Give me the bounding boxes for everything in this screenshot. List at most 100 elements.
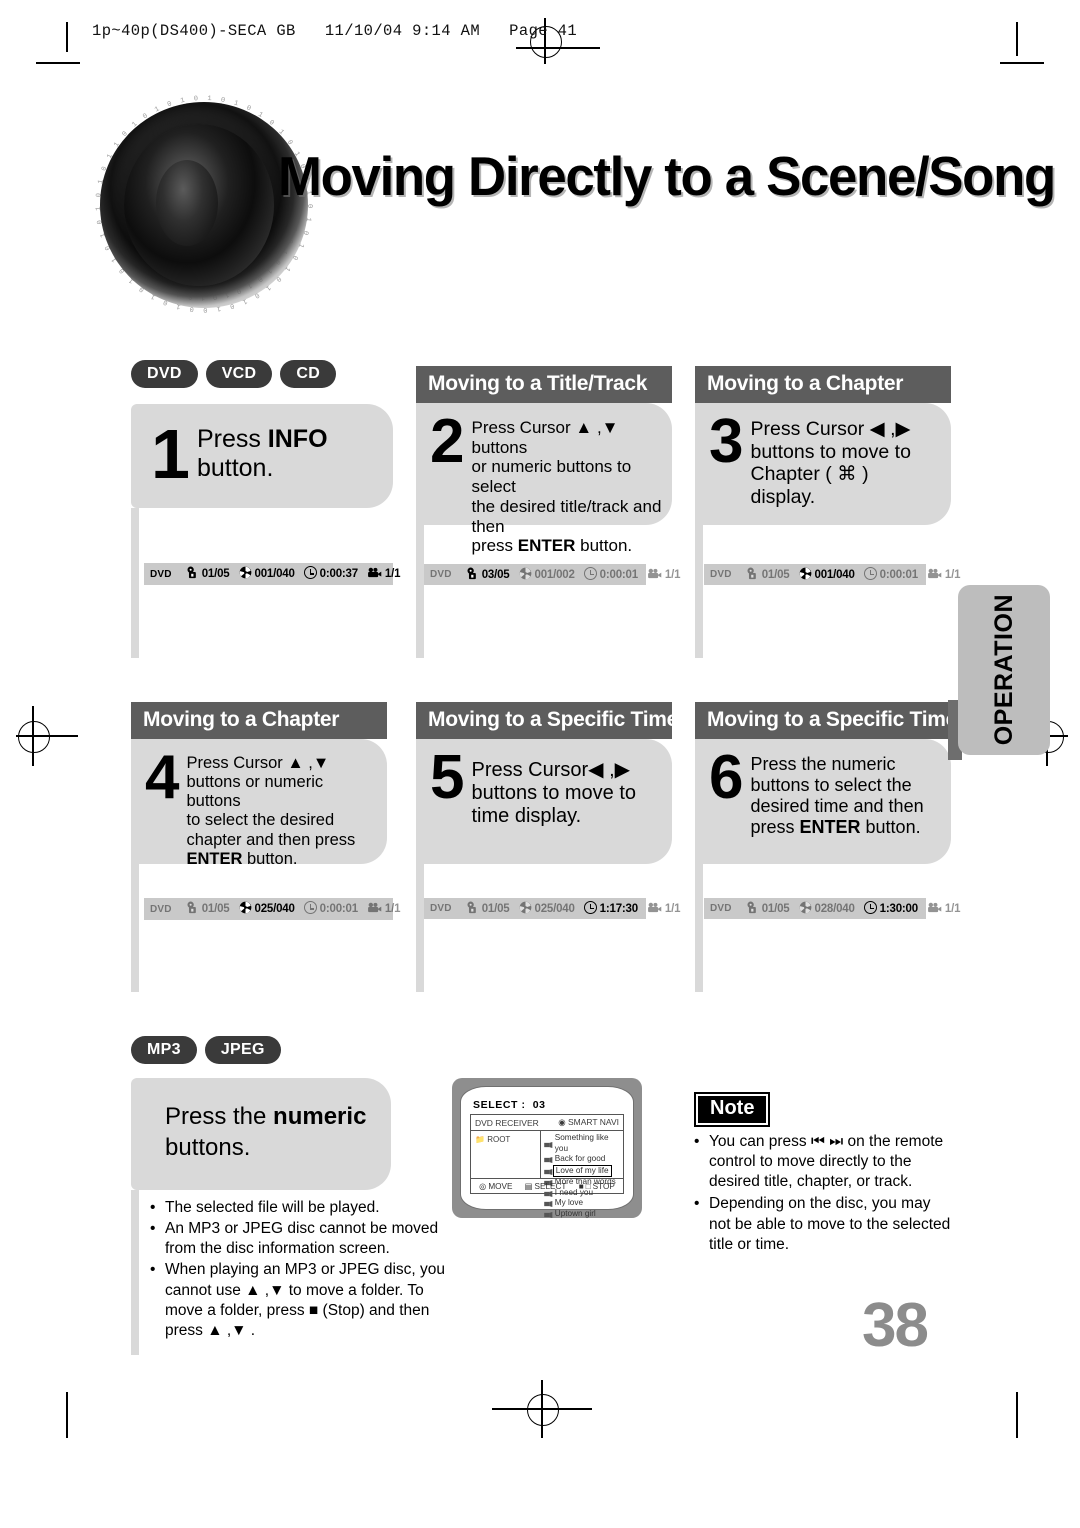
tv-root-label: ROOT — [487, 1135, 511, 1144]
tv-select-line: SELECT : 03 — [473, 1099, 624, 1111]
osd-value: 1/1 — [384, 903, 401, 915]
osd-value: 01/05 — [201, 568, 230, 580]
chapter-icon — [239, 566, 255, 582]
mp3-step-body: Press the numeric buttons. — [131, 1078, 391, 1190]
tv-folder-pane: 📁 ROOT — [471, 1131, 541, 1178]
page-title-block: 0101010101010010101010101010110101010101… — [92, 95, 1056, 313]
tv-footer-move-label: MOVE — [488, 1181, 513, 1191]
tv-osd-topbar: DVD RECEIVER ◉ SMART NAVI — [471, 1115, 623, 1131]
osd-segment-clock: 0:00:37 — [303, 566, 358, 582]
step-5-tail — [416, 862, 424, 992]
osd-value: 001/002 — [534, 568, 575, 581]
angle-icon — [927, 568, 945, 582]
step-1-number: 1 — [151, 414, 190, 493]
angle-icon — [927, 902, 945, 916]
note-bullet-items: You can press ⏮ ⏭ on the remote control … — [694, 1132, 956, 1255]
step-6-body: 6 Press the numeric buttons to select the… — [695, 739, 951, 864]
angle-icon — [647, 568, 665, 582]
reg-line-bottom-v — [541, 1380, 543, 1438]
mp3-bullet-items: The selected file will be played. An MP3… — [150, 1198, 450, 1341]
osd-value: 001/040 — [254, 568, 295, 580]
clock-icon — [303, 901, 320, 917]
list-item[interactable]: Back for good — [544, 1154, 620, 1165]
osd-value: 025/040 — [254, 903, 295, 915]
step-panel-4: Moving to a Chapter 4 Press Cursor ▲ ,▼ b… — [131, 702, 387, 868]
osd-bar-3: DVD 01/05 001/040 0:00:01 1/1 — [704, 564, 961, 585]
osd-disc-type: DVD — [710, 569, 732, 580]
osd-segment-chapter: 001/040 — [799, 567, 855, 583]
side-tab-operation: OPERATION — [958, 585, 1050, 755]
osd-segment-angle: 1/1 — [367, 567, 401, 581]
step-5-text: Press Cursor◀ ,▶ buttons to move to time d… — [471, 759, 637, 828]
step-6-tail — [695, 862, 703, 992]
step-5-number: 5 — [430, 743, 465, 812]
reg-mark-bottom — [527, 1394, 559, 1426]
note-bullet-list: You can press ⏮ ⏭ on the remote control … — [694, 1132, 956, 1257]
osd-value: 1/1 — [664, 902, 681, 915]
list-item[interactable]: My love — [544, 1198, 620, 1209]
osd-value: 01/05 — [481, 902, 510, 915]
step-5-body: 5 Press Cursor◀ ,▶ buttons to move to time… — [416, 739, 672, 864]
mp3-bullet-list: The selected file will be played. An MP3… — [150, 1198, 450, 1342]
list-item[interactable]: Love of my life — [544, 1164, 620, 1177]
tv-song-list: Something like you Back for good Love of m… — [541, 1131, 623, 1218]
crop-mark-tl-v — [66, 22, 68, 52]
osd-segment-title: 01/05 — [746, 567, 790, 583]
clock-icon — [303, 566, 320, 582]
step-2-body: 2 Press Cursor ▲ ,▼ buttons or numeric bu… — [416, 403, 672, 555]
tv-footer-select: ▤ SELECT — [524, 1181, 567, 1192]
stop-box-icon: □ — [585, 1181, 591, 1191]
speaker-disc-icon — [100, 102, 308, 308]
list-item[interactable]: Uptown girl — [544, 1209, 620, 1220]
osd-segment-chapter: 028/040 — [799, 901, 855, 917]
tv-osd-middle: 📁 ROOT Something like you Back for good Lo… — [471, 1131, 623, 1218]
osd-disc-type: DVD — [150, 568, 172, 580]
crop-mark-tr-v — [1016, 22, 1018, 56]
step-3-header: Moving to a Chapter — [695, 366, 951, 403]
crop-mark-tr-h — [1000, 62, 1044, 64]
step-6-header: Moving to a Specific Time — [695, 702, 951, 739]
music-note-icon — [544, 1200, 553, 1208]
step-5-header: Moving to a Specific Time — [416, 702, 672, 739]
osd-segment-title: 01/05 — [186, 566, 230, 582]
step-panel-2: Moving to a Title/Track 2 Press Cursor ▲… — [416, 366, 672, 555]
folder-icon: 📁 — [475, 1135, 485, 1144]
osd-value: 1/1 — [944, 902, 961, 915]
clock-icon — [583, 900, 600, 917]
reg-line-left-v — [32, 706, 34, 766]
chapter-icon — [519, 567, 535, 583]
osd-segment-angle: 1/1 — [367, 902, 401, 916]
enter-icon: ▤ — [524, 1182, 533, 1191]
osd-segment-clock: 0:00:01 — [863, 566, 918, 583]
list-item: An MP3 or JPEG disc cannot be moved from… — [165, 1219, 450, 1259]
chapter-icon — [799, 567, 815, 583]
list-item[interactable]: Something like you — [544, 1133, 620, 1154]
osd-segment-chapter: 001/040 — [239, 566, 295, 582]
title-icon — [466, 567, 482, 583]
music-note-icon — [544, 1156, 553, 1164]
angle-icon — [367, 902, 385, 916]
osd-disc-type: DVD — [710, 903, 732, 914]
osd-value: 01/05 — [201, 903, 230, 915]
osd-segment-angle: 1/1 — [927, 568, 961, 582]
crop-mark-br-v — [1016, 1392, 1018, 1438]
osd-value: 1:30:00 — [879, 902, 918, 915]
clock-icon — [863, 900, 880, 917]
tv-select-value: 03 — [532, 1099, 546, 1111]
osd-segment-title: 01/05 — [746, 901, 790, 917]
step-4-tail — [131, 862, 139, 992]
stop-icon: ■ — [578, 1181, 584, 1191]
osd-disc-type: DVD — [150, 903, 172, 915]
osd-segment-clock: 1:17:30 — [583, 900, 638, 917]
mp3-step-text: Press the numeric buttons. — [165, 1102, 367, 1161]
osd-value: 028/040 — [814, 902, 855, 915]
step-panel-5: Moving to a Specific Time 5 Press Cursor… — [416, 702, 672, 864]
osd-disc-type: DVD — [430, 569, 452, 580]
step-panel-1: 1 Press INFO button. — [131, 404, 393, 508]
music-note-icon — [544, 1141, 553, 1148]
osd-segment-title: 01/05 — [186, 901, 230, 917]
tv-receiver-label: DVD RECEIVER — [475, 1117, 539, 1128]
chapter-icon — [239, 901, 255, 917]
list-item: When playing an MP3 or JPEG disc, you ca… — [165, 1260, 450, 1341]
step-3-number: 3 — [709, 407, 744, 476]
